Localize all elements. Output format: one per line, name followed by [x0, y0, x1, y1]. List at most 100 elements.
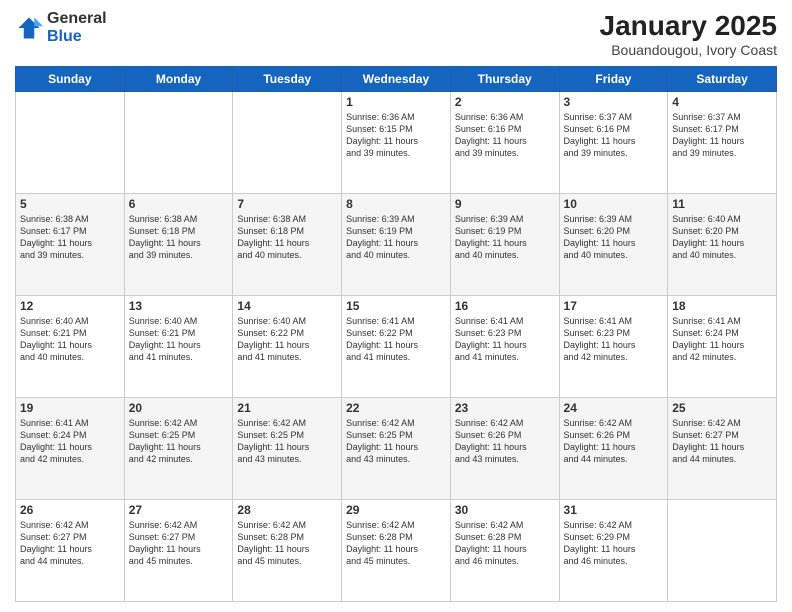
calendar-cell: 12 Sunrise: 6:40 AM Sunset: 6:21 PM Dayli…: [16, 296, 125, 398]
day-info: Sunrise: 6:38 AM Sunset: 6:17 PM Dayligh…: [20, 213, 120, 262]
weekday-header-row: SundayMondayTuesdayWednesdayThursdayFrid…: [16, 67, 777, 92]
calendar-cell: 13 Sunrise: 6:40 AM Sunset: 6:21 PM Dayli…: [124, 296, 233, 398]
day-number: 25: [672, 401, 772, 415]
calendar-week-3: 12 Sunrise: 6:40 AM Sunset: 6:21 PM Dayli…: [16, 296, 777, 398]
day-info: Sunrise: 6:41 AM Sunset: 6:24 PM Dayligh…: [672, 315, 772, 364]
day-info: Sunrise: 6:42 AM Sunset: 6:25 PM Dayligh…: [237, 417, 337, 466]
calendar-cell: 3 Sunrise: 6:37 AM Sunset: 6:16 PM Daylig…: [559, 92, 668, 194]
day-number: 5: [20, 197, 120, 211]
day-info: Sunrise: 6:42 AM Sunset: 6:25 PM Dayligh…: [129, 417, 229, 466]
day-number: 31: [564, 503, 664, 517]
day-info: Sunrise: 6:42 AM Sunset: 6:27 PM Dayligh…: [20, 519, 120, 568]
day-number: 3: [564, 95, 664, 109]
day-number: 21: [237, 401, 337, 415]
day-info: Sunrise: 6:42 AM Sunset: 6:29 PM Dayligh…: [564, 519, 664, 568]
calendar-cell: 23 Sunrise: 6:42 AM Sunset: 6:26 PM Dayli…: [450, 398, 559, 500]
calendar-cell: [124, 92, 233, 194]
calendar-cell: 29Sunrise: 6:42 AM Sunset: 6:28 PM Dayli…: [342, 500, 451, 602]
day-info: Sunrise: 6:39 AM Sunset: 6:19 PM Dayligh…: [346, 213, 446, 262]
calendar-cell: 22 Sunrise: 6:42 AM Sunset: 6:25 PM Dayli…: [342, 398, 451, 500]
calendar-cell: 5 Sunrise: 6:38 AM Sunset: 6:17 PM Daylig…: [16, 194, 125, 296]
day-number: 13: [129, 299, 229, 313]
day-info: Sunrise: 6:41 AM Sunset: 6:23 PM Dayligh…: [564, 315, 664, 364]
calendar-cell: 6 Sunrise: 6:38 AM Sunset: 6:18 PM Daylig…: [124, 194, 233, 296]
calendar-week-5: 26Sunrise: 6:42 AM Sunset: 6:27 PM Dayli…: [16, 500, 777, 602]
logo-icon: [15, 14, 43, 42]
day-number: 1: [346, 95, 446, 109]
day-number: 11: [672, 197, 772, 211]
calendar-cell: 19 Sunrise: 6:41 AM Sunset: 6:24 PM Dayli…: [16, 398, 125, 500]
day-info: Sunrise: 6:41 AM Sunset: 6:22 PM Dayligh…: [346, 315, 446, 364]
title-block: January 2025 Bouandougou, Ivory Coast: [600, 10, 777, 58]
day-info: Sunrise: 6:41 AM Sunset: 6:24 PM Dayligh…: [20, 417, 120, 466]
day-number: 6: [129, 197, 229, 211]
calendar-title: January 2025: [600, 10, 777, 42]
day-number: 23: [455, 401, 555, 415]
calendar-week-2: 5 Sunrise: 6:38 AM Sunset: 6:17 PM Daylig…: [16, 194, 777, 296]
day-info: Sunrise: 6:42 AM Sunset: 6:28 PM Dayligh…: [237, 519, 337, 568]
day-info: Sunrise: 6:37 AM Sunset: 6:16 PM Dayligh…: [564, 111, 664, 160]
day-number: 12: [20, 299, 120, 313]
weekday-header-saturday: Saturday: [668, 67, 777, 92]
calendar-cell: 24Sunrise: 6:42 AM Sunset: 6:26 PM Dayli…: [559, 398, 668, 500]
day-number: 4: [672, 95, 772, 109]
day-number: 27: [129, 503, 229, 517]
calendar-cell: 2Sunrise: 6:36 AM Sunset: 6:16 PM Daylig…: [450, 92, 559, 194]
calendar-week-1: 1 Sunrise: 6:36 AM Sunset: 6:15 PM Daylig…: [16, 92, 777, 194]
day-info: Sunrise: 6:38 AM Sunset: 6:18 PM Dayligh…: [129, 213, 229, 262]
day-number: 9: [455, 197, 555, 211]
calendar-cell: [233, 92, 342, 194]
day-info: Sunrise: 6:42 AM Sunset: 6:26 PM Dayligh…: [455, 417, 555, 466]
day-info: Sunrise: 6:42 AM Sunset: 6:27 PM Dayligh…: [672, 417, 772, 466]
calendar-cell: 30Sunrise: 6:42 AM Sunset: 6:28 PM Dayli…: [450, 500, 559, 602]
calendar-cell: 28 Sunrise: 6:42 AM Sunset: 6:28 PM Dayli…: [233, 500, 342, 602]
logo-general: General: [47, 10, 107, 28]
day-number: 22: [346, 401, 446, 415]
day-info: Sunrise: 6:42 AM Sunset: 6:25 PM Dayligh…: [346, 417, 446, 466]
day-info: Sunrise: 6:40 AM Sunset: 6:21 PM Dayligh…: [20, 315, 120, 364]
calendar-cell: 26Sunrise: 6:42 AM Sunset: 6:27 PM Dayli…: [16, 500, 125, 602]
day-info: Sunrise: 6:40 AM Sunset: 6:21 PM Dayligh…: [129, 315, 229, 364]
day-info: Sunrise: 6:42 AM Sunset: 6:26 PM Dayligh…: [564, 417, 664, 466]
day-info: Sunrise: 6:38 AM Sunset: 6:18 PM Dayligh…: [237, 213, 337, 262]
calendar-cell: 8 Sunrise: 6:39 AM Sunset: 6:19 PM Daylig…: [342, 194, 451, 296]
calendar-cell: 11 Sunrise: 6:40 AM Sunset: 6:20 PM Dayli…: [668, 194, 777, 296]
weekday-header-thursday: Thursday: [450, 67, 559, 92]
day-info: Sunrise: 6:41 AM Sunset: 6:23 PM Dayligh…: [455, 315, 555, 364]
day-info: Sunrise: 6:36 AM Sunset: 6:16 PM Dayligh…: [455, 111, 555, 160]
calendar-table: SundayMondayTuesdayWednesdayThursdayFrid…: [15, 66, 777, 602]
calendar-week-4: 19 Sunrise: 6:41 AM Sunset: 6:24 PM Dayli…: [16, 398, 777, 500]
calendar-cell: 31 Sunrise: 6:42 AM Sunset: 6:29 PM Dayli…: [559, 500, 668, 602]
day-number: 8: [346, 197, 446, 211]
day-number: 10: [564, 197, 664, 211]
calendar-cell: 10Sunrise: 6:39 AM Sunset: 6:20 PM Dayli…: [559, 194, 668, 296]
calendar-cell: 17 Sunrise: 6:41 AM Sunset: 6:23 PM Dayli…: [559, 296, 668, 398]
calendar-cell: 25 Sunrise: 6:42 AM Sunset: 6:27 PM Dayli…: [668, 398, 777, 500]
logo: General Blue: [15, 10, 107, 45]
day-number: 14: [237, 299, 337, 313]
day-info: Sunrise: 6:40 AM Sunset: 6:20 PM Dayligh…: [672, 213, 772, 262]
calendar-location: Bouandougou, Ivory Coast: [600, 42, 777, 58]
day-number: 15: [346, 299, 446, 313]
calendar-cell: 18Sunrise: 6:41 AM Sunset: 6:24 PM Dayli…: [668, 296, 777, 398]
weekday-header-sunday: Sunday: [16, 67, 125, 92]
logo-blue: Blue: [47, 28, 107, 46]
calendar-cell: 14Sunrise: 6:40 AM Sunset: 6:22 PM Dayli…: [233, 296, 342, 398]
calendar-cell: 21 Sunrise: 6:42 AM Sunset: 6:25 PM Dayli…: [233, 398, 342, 500]
day-number: 17: [564, 299, 664, 313]
day-number: 16: [455, 299, 555, 313]
header: General Blue January 2025 Bouandougou, I…: [15, 10, 777, 58]
weekday-header-friday: Friday: [559, 67, 668, 92]
weekday-header-tuesday: Tuesday: [233, 67, 342, 92]
page: General Blue January 2025 Bouandougou, I…: [0, 0, 792, 612]
calendar-cell: 4 Sunrise: 6:37 AM Sunset: 6:17 PM Daylig…: [668, 92, 777, 194]
day-info: Sunrise: 6:37 AM Sunset: 6:17 PM Dayligh…: [672, 111, 772, 160]
day-number: 28: [237, 503, 337, 517]
day-number: 19: [20, 401, 120, 415]
weekday-header-wednesday: Wednesday: [342, 67, 451, 92]
day-number: 7: [237, 197, 337, 211]
day-info: Sunrise: 6:39 AM Sunset: 6:19 PM Dayligh…: [455, 213, 555, 262]
day-info: Sunrise: 6:36 AM Sunset: 6:15 PM Dayligh…: [346, 111, 446, 160]
calendar-cell: 1 Sunrise: 6:36 AM Sunset: 6:15 PM Daylig…: [342, 92, 451, 194]
calendar-cell: 16 Sunrise: 6:41 AM Sunset: 6:23 PM Dayli…: [450, 296, 559, 398]
